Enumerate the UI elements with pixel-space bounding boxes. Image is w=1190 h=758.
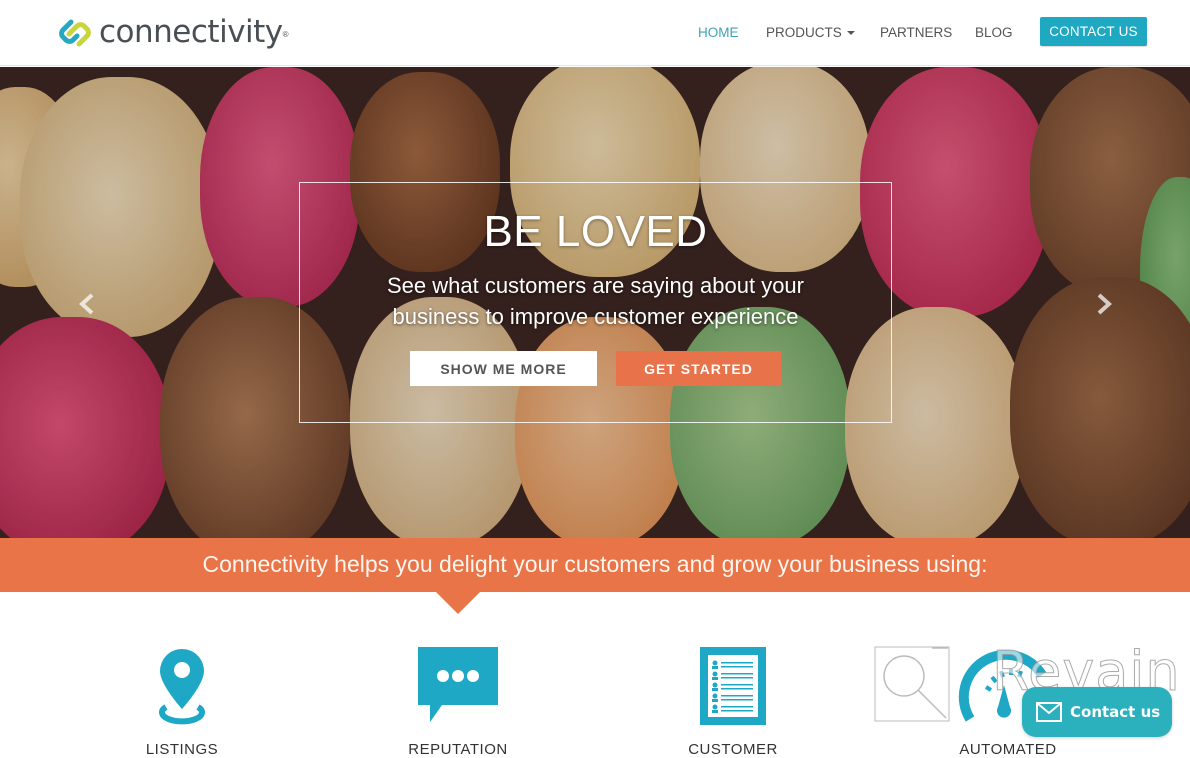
feature-listings[interactable]: LISTINGS — [92, 645, 272, 758]
hero-caption-box: BE LOVED See what customers are saying a… — [299, 182, 892, 423]
nav-products[interactable]: PRODUCTS — [766, 25, 855, 40]
hero-subtitle-line-2: business to improve customer experience — [392, 304, 799, 329]
value-proposition-text: Connectivity helps you delight your cust… — [202, 551, 988, 577]
feature-customer[interactable]: CUSTOMER — [643, 645, 823, 758]
feature-label: CUSTOMER — [688, 741, 778, 758]
logo[interactable]: connectivity ® — [57, 14, 289, 50]
logo-text: connectivity — [99, 14, 283, 50]
value-proposition-band: Connectivity helps you delight your cust… — [0, 538, 1190, 592]
hero-title: BE LOVED — [483, 207, 708, 256]
site-header: connectivity ® HOME PRODUCTS PARTNERS BLO… — [0, 0, 1190, 66]
hero-carousel: BE LOVED See what customers are saying a… — [0, 67, 1190, 538]
chevron-left-icon — [79, 293, 94, 315]
connectivity-logo-icon — [59, 19, 91, 47]
feature-reputation[interactable]: REPUTATION — [368, 645, 548, 758]
band-pointer — [436, 592, 480, 614]
carousel-next-button[interactable] — [1091, 292, 1115, 316]
nav-partners[interactable]: PARTNERS — [880, 25, 952, 40]
contact-us-widget[interactable]: Contact us — [1022, 687, 1172, 737]
feature-label: AUTOMATED — [959, 741, 1057, 758]
nav-home[interactable]: HOME — [698, 25, 739, 40]
nav-products-label: PRODUCTS — [766, 25, 842, 40]
hero-subtitle: See what customers are saying about your… — [300, 270, 891, 332]
feature-label: LISTINGS — [145, 741, 219, 758]
chat-bubble-icon — [418, 647, 498, 722]
map-pin-icon — [159, 649, 205, 725]
feature-label: REPUTATION — [408, 741, 508, 758]
nav-blog[interactable]: BLOG — [975, 25, 1013, 40]
contact-us-button[interactable]: CONTACT US — [1040, 17, 1147, 46]
envelope-icon — [1036, 702, 1062, 722]
carousel-prev-button[interactable] — [76, 292, 100, 316]
contact-widget-label: Contact us — [1070, 703, 1161, 721]
chevron-right-icon — [1097, 293, 1112, 315]
logo-trademark: ® — [282, 29, 289, 39]
get-started-button[interactable]: GET STARTED — [616, 351, 781, 386]
show-me-more-button[interactable]: SHOW ME MORE — [410, 351, 597, 386]
customer-list-icon — [700, 647, 766, 725]
hero-subtitle-line-1: See what customers are saying about your — [386, 273, 804, 298]
caret-down-icon — [846, 31, 855, 36]
